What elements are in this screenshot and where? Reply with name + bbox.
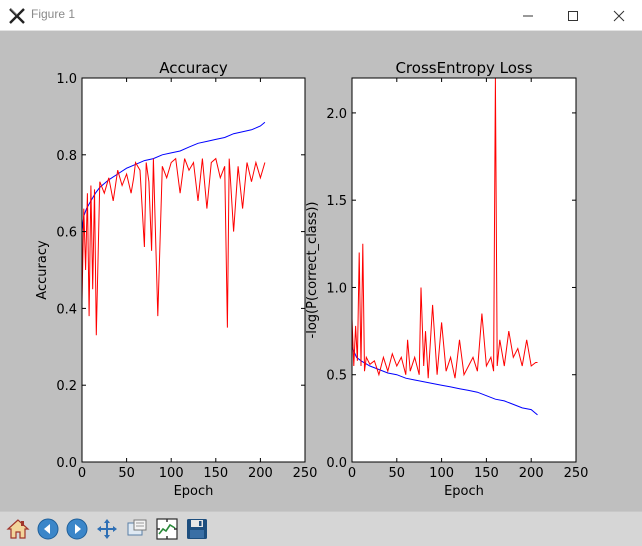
app-logo-icon [9, 8, 25, 24]
minimize-button[interactable] [505, 0, 551, 31]
chart-1-xtick-label: 200 [519, 466, 544, 481]
chart-0-ylabel: Accuracy [35, 240, 50, 300]
home-button[interactable] [5, 516, 31, 542]
chart-1-plot-area [352, 78, 576, 462]
chart-0-title: Accuracy [159, 59, 228, 77]
subplots-icon [156, 518, 178, 540]
pan-button[interactable] [94, 516, 120, 542]
save-button[interactable] [184, 516, 210, 542]
chart-0-xlabel: Epoch [174, 484, 214, 499]
move-arrows-icon [97, 519, 117, 539]
chart-1-title: CrossEntropy Loss [395, 59, 532, 77]
chart-0-xtick-label: 200 [248, 466, 273, 481]
chart-0-ytick-label: 0.2 [56, 379, 77, 394]
chart-1-ytick-label: 0.5 [326, 369, 347, 384]
navigation-toolbar [0, 511, 642, 546]
chart-1-xtick-label: 150 [474, 466, 499, 481]
chart-0-xtick-label: 100 [159, 466, 184, 481]
chart-1-ylabel: -log(P(correct_class)) [305, 202, 320, 339]
chart-0-xtick-label: 250 [293, 466, 318, 481]
chart-1-ytick-label: 2.0 [326, 107, 347, 122]
zoom-button[interactable] [124, 516, 150, 542]
maximize-button[interactable] [550, 0, 596, 31]
minimize-icon [523, 15, 533, 16]
arrow-right-icon [66, 518, 88, 540]
maximize-icon [568, 10, 578, 21]
figure-canvas: 0 50 100 150 200 250 0.0 0.2 0.4 0.6 0.8 1.0 Accurac… [0, 31, 642, 511]
window-titlebar: Figure 1 [0, 0, 642, 31]
home-icon [6, 519, 30, 539]
chart-1-ytick-label: 1.5 [326, 194, 347, 209]
chart-0-ytick-label: 0.4 [56, 302, 77, 317]
chart-1-xtick-label: 250 [564, 466, 589, 481]
back-button[interactable] [35, 516, 61, 542]
chart-0-xtick-label: 0 [78, 466, 86, 481]
chart-1-xtick-label: 100 [429, 466, 454, 481]
window-title: Figure 1 [31, 7, 76, 21]
arrow-left-icon [37, 518, 59, 540]
configure-subplots-button[interactable] [154, 516, 180, 542]
chart-0-xtick-label: 50 [118, 466, 135, 481]
chart-1-xtick-label: 50 [389, 466, 406, 481]
chart-0-ytick-label: 0.6 [56, 226, 77, 241]
chart-1-xtick-label: 0 [348, 466, 356, 481]
floppy-disk-icon [187, 519, 207, 539]
chart-0-ytick-label: 1.0 [56, 72, 77, 87]
chart-0-ytick-label: 0.0 [56, 456, 77, 471]
close-icon [613, 10, 625, 21]
figure-svg: 0 50 100 150 200 250 0.0 0.2 0.4 0.6 0.8 1.0 Accurac… [35, 59, 589, 499]
close-button[interactable] [596, 0, 642, 31]
chart-1-xlabel: Epoch [444, 484, 484, 499]
chart-0-plot-area [82, 78, 305, 462]
chart-1-ytick-label: 1.0 [326, 281, 347, 296]
forward-button[interactable] [64, 516, 90, 542]
chart-0-ytick-label: 0.8 [56, 149, 77, 164]
chart-0-xtick-label: 150 [203, 466, 228, 481]
chart-1-ytick-label: 0.0 [326, 456, 347, 471]
zoom-rect-icon [127, 519, 147, 536]
